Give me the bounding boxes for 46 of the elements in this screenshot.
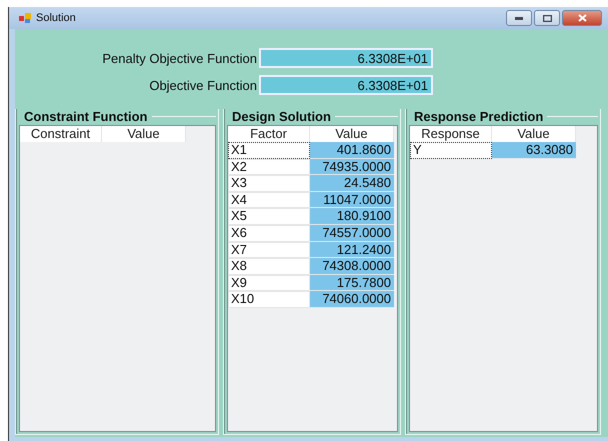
table-cell[interactable]: X7 (228, 242, 310, 258)
column-header[interactable]: Value (310, 126, 394, 142)
group-title: Design Solution (231, 109, 332, 124)
table-cell[interactable]: X1 (228, 142, 310, 159)
group-title: Response Prediction (413, 109, 544, 124)
table-cell: 74060.0000 (310, 291, 394, 308)
table-cell[interactable]: X4 (228, 192, 310, 208)
table-cell: 24.5480 (310, 175, 394, 192)
value-field[interactable]: 6.3308E+01 (259, 48, 433, 68)
table-cell[interactable]: X10 (228, 291, 310, 308)
list-view[interactable]: Factor Value X1 401.8600 X2 74935.0000 X3 24.5480 X4 11047.0000 X5 180.9100 X6 74557.0000 X7 121.2400 X8 74308.0000 X9 175.7800 X10 74060.0000 (227, 125, 398, 432)
column-header[interactable]: Value (492, 126, 576, 142)
table-cell[interactable]: Y (410, 142, 492, 159)
table-cell: 401.8600 (310, 142, 394, 159)
table-cell[interactable]: X2 (228, 158, 310, 176)
table-cell: 63.3080 (492, 142, 576, 159)
table-cell: 121.2400 (310, 242, 394, 258)
value-field[interactable]: 6.3308E+01 (259, 75, 433, 95)
maximize-icon (542, 14, 552, 22)
table-cell[interactable]: X6 (228, 224, 310, 242)
column-header[interactable]: Factor (228, 126, 310, 142)
table-cell: 11047.0000 (310, 192, 394, 208)
list-view[interactable]: Constraint Value (19, 125, 216, 432)
minimize-button[interactable] (506, 10, 532, 26)
table-cell: 175.7800 (310, 274, 394, 292)
window-title: Solution (36, 12, 77, 24)
minimize-icon (515, 16, 523, 20)
group-title: Constraint Function (23, 109, 148, 124)
table-cell[interactable]: X3 (228, 175, 310, 192)
column-header[interactable]: Constraint (20, 126, 102, 142)
close-button[interactable] (562, 10, 602, 26)
table-cell: 180.9100 (310, 208, 394, 225)
field-label: Objective Function (148, 78, 258, 92)
table-cell: 74557.0000 (310, 224, 394, 242)
maximize-button[interactable] (534, 10, 560, 26)
table-cell[interactable]: X9 (228, 274, 310, 292)
field-label: Penalty Objective Function (101, 50, 258, 66)
table-cell: 74308.0000 (310, 258, 394, 275)
table-cell: 74935.0000 (310, 158, 394, 176)
table-cell[interactable]: X8 (228, 258, 310, 275)
list-view[interactable]: Response Value Y 63.3080 (409, 125, 598, 432)
table-cell[interactable]: X5 (228, 208, 310, 225)
close-icon (578, 14, 586, 22)
app-icon (19, 13, 31, 23)
column-header[interactable]: Response (410, 126, 492, 142)
column-header[interactable]: Value (102, 126, 186, 142)
